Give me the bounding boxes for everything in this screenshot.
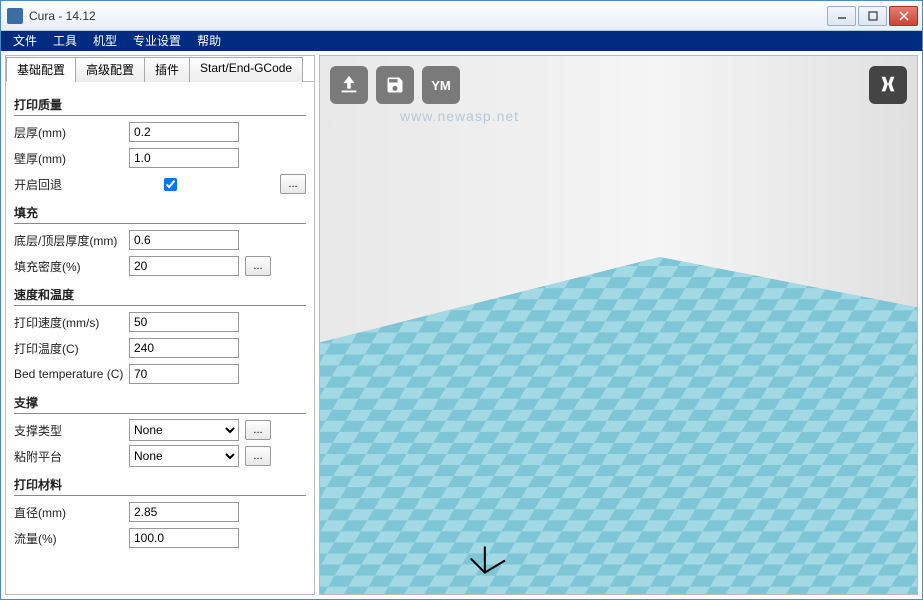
load-model-icon (338, 74, 360, 96)
app-icon (7, 8, 23, 24)
row-print-temp: 打印温度(C) (14, 336, 306, 360)
build-plate-scene (320, 56, 917, 595)
row-print-speed: 打印速度(mm/s) (14, 310, 306, 334)
menu-tools[interactable]: 工具 (45, 31, 85, 51)
app-window: Cura - 14.12 文件 工具 机型 专业设置 帮助 基础配置 高级配置 … (0, 0, 923, 600)
label-layer-height: 层厚(mm) (14, 124, 129, 141)
maximize-button[interactable] (858, 6, 887, 26)
label-bed-temp: Bed temperature (C) (14, 367, 129, 381)
label-print-temp: 打印温度(C) (14, 340, 129, 357)
titlebar[interactable]: Cura - 14.12 (1, 1, 922, 31)
label-flow: 流量(%) (14, 530, 129, 547)
select-support-type[interactable]: None (129, 419, 239, 441)
label-wall-thickness: 壁厚(mm) (14, 150, 129, 167)
load-model-button[interactable] (330, 66, 368, 104)
menu-file[interactable]: 文件 (5, 31, 45, 51)
tab-plugins[interactable]: 插件 (144, 57, 190, 82)
minimize-button[interactable] (827, 6, 856, 26)
label-print-speed: 打印速度(mm/s) (14, 314, 129, 331)
client-area: 基础配置 高级配置 插件 Start/End-GCode 打印质量 层厚(mm)… (1, 51, 922, 599)
tab-advanced[interactable]: 高级配置 (75, 57, 145, 82)
input-bottom-top[interactable] (129, 230, 239, 250)
tab-strip: 基础配置 高级配置 插件 Start/End-GCode (6, 56, 314, 82)
label-bottom-top: 底层/顶层厚度(mm) (14, 232, 129, 249)
save-icon (385, 75, 405, 95)
row-wall-thickness: 壁厚(mm) (14, 146, 306, 170)
input-bed-temp[interactable] (129, 364, 239, 384)
support-type-options-button[interactable]: ... (245, 420, 271, 440)
section-fill: 填充 (14, 204, 306, 224)
row-adhesion: 粘附平台 None ... (14, 444, 306, 468)
close-button[interactable] (889, 6, 918, 26)
row-support-type: 支撑类型 None ... (14, 418, 306, 442)
select-adhesion[interactable]: None (129, 445, 239, 467)
row-flow: 流量(%) (14, 526, 306, 550)
input-print-temp[interactable] (129, 338, 239, 358)
menu-expert[interactable]: 专业设置 (125, 31, 189, 51)
menu-help[interactable]: 帮助 (189, 31, 229, 51)
save-button[interactable] (376, 66, 414, 104)
input-diameter[interactable] (129, 502, 239, 522)
label-adhesion: 粘附平台 (14, 448, 129, 465)
section-print-quality: 打印质量 (14, 96, 306, 116)
share-button[interactable]: YM (422, 66, 460, 104)
row-fill-density: 填充密度(%) ... (14, 254, 306, 278)
input-print-speed[interactable] (129, 312, 239, 332)
menu-machine[interactable]: 机型 (85, 31, 125, 51)
row-layer-height: 层厚(mm) (14, 120, 306, 144)
tab-basic[interactable]: 基础配置 (6, 57, 76, 82)
menubar: 文件 工具 机型 专业设置 帮助 (1, 31, 922, 51)
row-bottom-top: 底层/顶层厚度(mm) (14, 228, 306, 252)
row-retraction: 开启回退 ... (14, 172, 306, 196)
input-layer-height[interactable] (129, 122, 239, 142)
settings-panel: 基础配置 高级配置 插件 Start/End-GCode 打印质量 层厚(mm)… (5, 55, 315, 595)
window-controls (825, 6, 918, 26)
label-diameter: 直径(mm) (14, 504, 129, 521)
section-speed-temp: 速度和温度 (14, 286, 306, 306)
3d-viewport[interactable]: YM www.newasp.net (319, 55, 918, 595)
section-support: 支撑 (14, 394, 306, 414)
fill-density-options-button[interactable]: ... (245, 256, 271, 276)
adhesion-options-button[interactable]: ... (245, 446, 271, 466)
settings-body: 打印质量 层厚(mm) 壁厚(mm) 开启回退 ... 填充 底层/顶层厚度(m… (6, 82, 314, 594)
tab-gcode[interactable]: Start/End-GCode (189, 57, 303, 82)
row-diameter: 直径(mm) (14, 500, 306, 524)
input-fill-density[interactable] (129, 256, 239, 276)
input-wall-thickness[interactable] (129, 148, 239, 168)
viewport-toolbar: YM (330, 66, 460, 104)
window-title: Cura - 14.12 (29, 9, 825, 23)
input-flow[interactable] (129, 528, 239, 548)
view-mode-icon (877, 74, 899, 96)
row-bed-temp: Bed temperature (C) (14, 362, 306, 386)
view-mode-button[interactable] (869, 66, 907, 104)
retraction-options-button[interactable]: ... (280, 174, 306, 194)
label-support-type: 支撑类型 (14, 422, 129, 439)
label-retraction: 开启回退 (14, 176, 129, 193)
checkbox-retraction[interactable] (164, 178, 177, 191)
label-fill-density: 填充密度(%) (14, 258, 129, 275)
section-material: 打印材料 (14, 476, 306, 496)
